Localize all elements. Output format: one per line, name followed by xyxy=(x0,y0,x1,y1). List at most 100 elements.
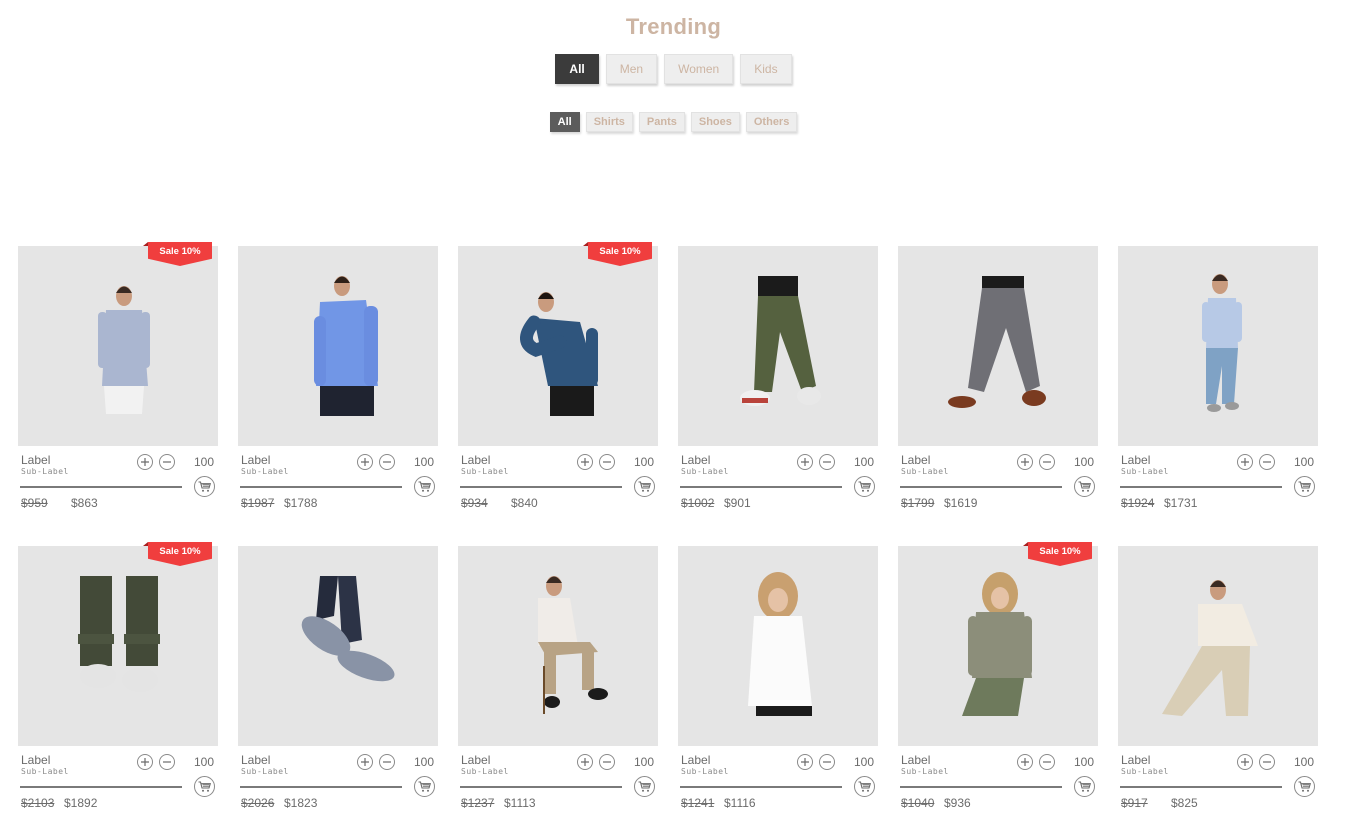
product-image[interactable] xyxy=(238,246,438,446)
plus-circle-icon[interactable] xyxy=(577,754,593,770)
shopping-cart-icon[interactable] xyxy=(634,776,655,797)
original-price: $1799 xyxy=(901,496,935,510)
shopping-cart-icon[interactable] xyxy=(854,476,875,497)
plus-circle-icon[interactable] xyxy=(577,454,593,470)
product-image[interactable] xyxy=(458,546,658,746)
quantity-value: 100 xyxy=(853,755,874,769)
minus-circle-icon[interactable] xyxy=(599,754,615,770)
product-sublabel: Sub-Label xyxy=(901,767,949,776)
quantity-value: 100 xyxy=(1293,755,1314,769)
divider xyxy=(900,486,1062,488)
minus-circle-icon[interactable] xyxy=(1259,754,1275,770)
minus-circle-icon[interactable] xyxy=(819,454,835,470)
original-price: $1987 xyxy=(241,496,275,510)
original-price: $1241 xyxy=(681,796,715,810)
product-photo xyxy=(98,286,150,414)
product-image[interactable] xyxy=(898,546,1098,746)
plus-circle-icon[interactable] xyxy=(137,454,153,470)
original-price: $2026 xyxy=(241,796,275,810)
divider xyxy=(1120,786,1282,788)
product-label: Label xyxy=(1121,453,1151,467)
product-photo xyxy=(538,576,608,714)
product-label: Label xyxy=(681,453,711,467)
subtab-others[interactable]: Others xyxy=(745,112,798,132)
product-image[interactable] xyxy=(678,546,878,746)
sale-price: $936 xyxy=(944,796,971,810)
shopping-cart-icon[interactable] xyxy=(854,776,875,797)
subtab-shoes[interactable]: Shoes xyxy=(690,112,740,132)
minus-circle-icon[interactable] xyxy=(379,754,395,770)
product-info: Label Sub-Label 100 $917 $825 xyxy=(1118,752,1318,812)
sale-badge: Sale 10% xyxy=(1023,542,1092,566)
product-label: Label xyxy=(461,753,491,767)
subtab-all[interactable]: All xyxy=(549,112,580,132)
product-sublabel: Sub-Label xyxy=(241,467,289,476)
product-label: Label xyxy=(241,753,271,767)
plus-circle-icon[interactable] xyxy=(1237,754,1253,770)
shopping-cart-icon[interactable] xyxy=(194,476,215,497)
product-image[interactable] xyxy=(458,246,658,446)
tab-men[interactable]: Men xyxy=(605,54,658,84)
shopping-cart-icon[interactable] xyxy=(634,476,655,497)
product-label: Label xyxy=(901,453,931,467)
sale-badge-text: Sale 10% xyxy=(1039,546,1081,557)
minus-circle-icon[interactable] xyxy=(819,754,835,770)
shopping-cart-icon[interactable] xyxy=(194,776,215,797)
product-photo xyxy=(948,276,1046,408)
minus-circle-icon[interactable] xyxy=(159,454,175,470)
product-image[interactable] xyxy=(678,246,878,446)
subtab-shirts[interactable]: Shirts xyxy=(585,112,633,132)
quantity-value: 100 xyxy=(413,755,434,769)
product-photo xyxy=(314,276,378,416)
product-card: Label Sub-Label 100 $2026 $1823 xyxy=(238,546,438,810)
product-image[interactable] xyxy=(18,546,218,746)
plus-circle-icon[interactable] xyxy=(797,454,813,470)
category-tabs: All Men Women Kids xyxy=(0,54,1347,84)
product-label: Label xyxy=(21,453,51,467)
minus-circle-icon[interactable] xyxy=(599,454,615,470)
product-sublabel: Sub-Label xyxy=(461,767,509,776)
product-image[interactable] xyxy=(1118,246,1318,446)
plus-circle-icon[interactable] xyxy=(1237,454,1253,470)
tab-all[interactable]: All xyxy=(555,54,599,84)
minus-circle-icon[interactable] xyxy=(1039,454,1055,470)
minus-circle-icon[interactable] xyxy=(1259,454,1275,470)
product-image[interactable] xyxy=(238,546,438,746)
sale-price: $1619 xyxy=(944,496,978,510)
sale-price: $901 xyxy=(724,496,751,510)
plus-circle-icon[interactable] xyxy=(357,754,373,770)
product-card: Label Sub-Label 100 $1002 $901 xyxy=(678,246,878,510)
product-image[interactable] xyxy=(1118,546,1318,746)
minus-circle-icon[interactable] xyxy=(1039,754,1055,770)
product-card: Label Sub-Label 100 $917 $825 xyxy=(1118,546,1318,810)
product-image[interactable] xyxy=(18,246,218,446)
shopping-cart-icon[interactable] xyxy=(1074,476,1095,497)
shopping-cart-icon[interactable] xyxy=(1294,776,1315,797)
plus-circle-icon[interactable] xyxy=(137,754,153,770)
product-sublabel: Sub-Label xyxy=(1121,467,1169,476)
shopping-cart-icon[interactable] xyxy=(1074,776,1095,797)
product-image[interactable] xyxy=(898,246,1098,446)
tab-women[interactable]: Women xyxy=(664,54,734,84)
shopping-cart-icon[interactable] xyxy=(414,476,435,497)
shopping-cart-icon[interactable] xyxy=(414,776,435,797)
product-photo xyxy=(1202,274,1242,412)
original-price: $1040 xyxy=(901,796,935,810)
original-price: $2103 xyxy=(21,796,55,810)
product-info: Label Sub-Label 100 $1799 $1619 xyxy=(898,452,1098,512)
tab-kids[interactable]: Kids xyxy=(740,54,792,84)
minus-circle-icon[interactable] xyxy=(159,754,175,770)
product-card: Label Sub-Label 100 $1987 $1788 xyxy=(238,246,438,510)
plus-circle-icon[interactable] xyxy=(1017,754,1033,770)
product-sublabel: Sub-Label xyxy=(461,467,509,476)
plus-circle-icon[interactable] xyxy=(797,754,813,770)
product-info: Label Sub-Label 100 $1987 $1788 xyxy=(238,452,438,512)
product-grid: Sale 10% Label Sub-Label 100 $959 $863 L… xyxy=(18,242,1318,810)
product-card: Sale 10% Label Sub-Label 100 $1040 $936 xyxy=(898,542,1098,810)
original-price: $917 xyxy=(1121,796,1148,810)
shopping-cart-icon[interactable] xyxy=(1294,476,1315,497)
plus-circle-icon[interactable] xyxy=(357,454,373,470)
plus-circle-icon[interactable] xyxy=(1017,454,1033,470)
subtab-pants[interactable]: Pants xyxy=(638,112,685,132)
minus-circle-icon[interactable] xyxy=(379,454,395,470)
